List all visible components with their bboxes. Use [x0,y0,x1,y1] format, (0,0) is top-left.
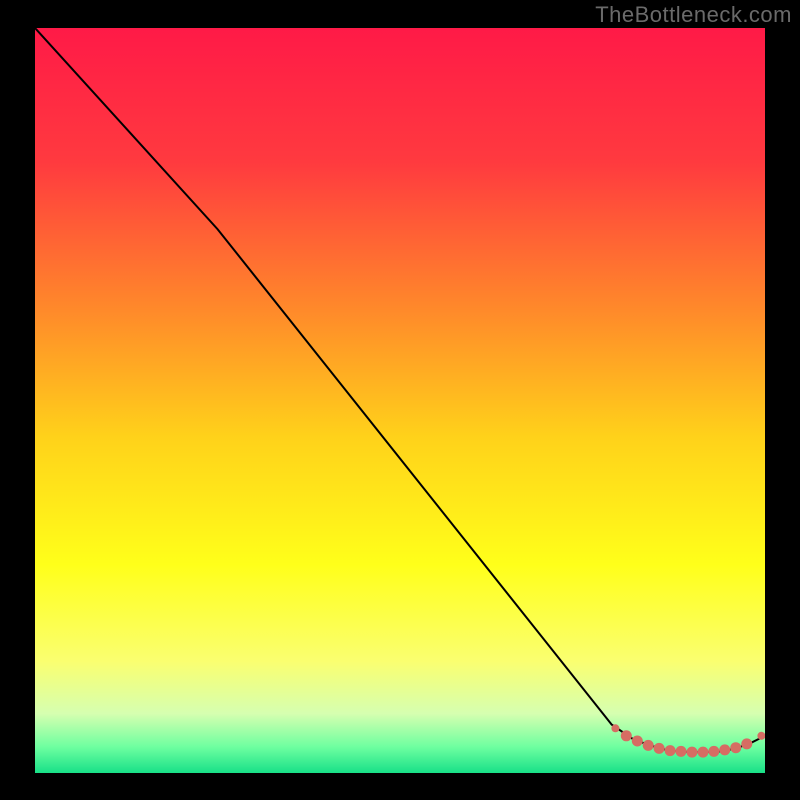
chart-frame: TheBottleneck.com [0,0,800,800]
marker-dot [687,747,698,758]
marker-dot [741,738,752,749]
marker-dot [665,745,676,756]
watermark-text: TheBottleneck.com [595,2,792,28]
marker-dot [611,724,619,732]
plot-area [35,28,765,773]
marker-dot [698,747,709,758]
marker-dot [730,742,741,753]
marker-dot [676,746,687,757]
marker-dot [708,746,719,757]
marker-dot [632,736,643,747]
marker-dot [621,730,632,741]
marker-dot [643,740,654,751]
chart-svg [35,28,765,773]
gradient-rect [35,28,765,773]
marker-dot [654,743,665,754]
marker-dot [719,744,730,755]
